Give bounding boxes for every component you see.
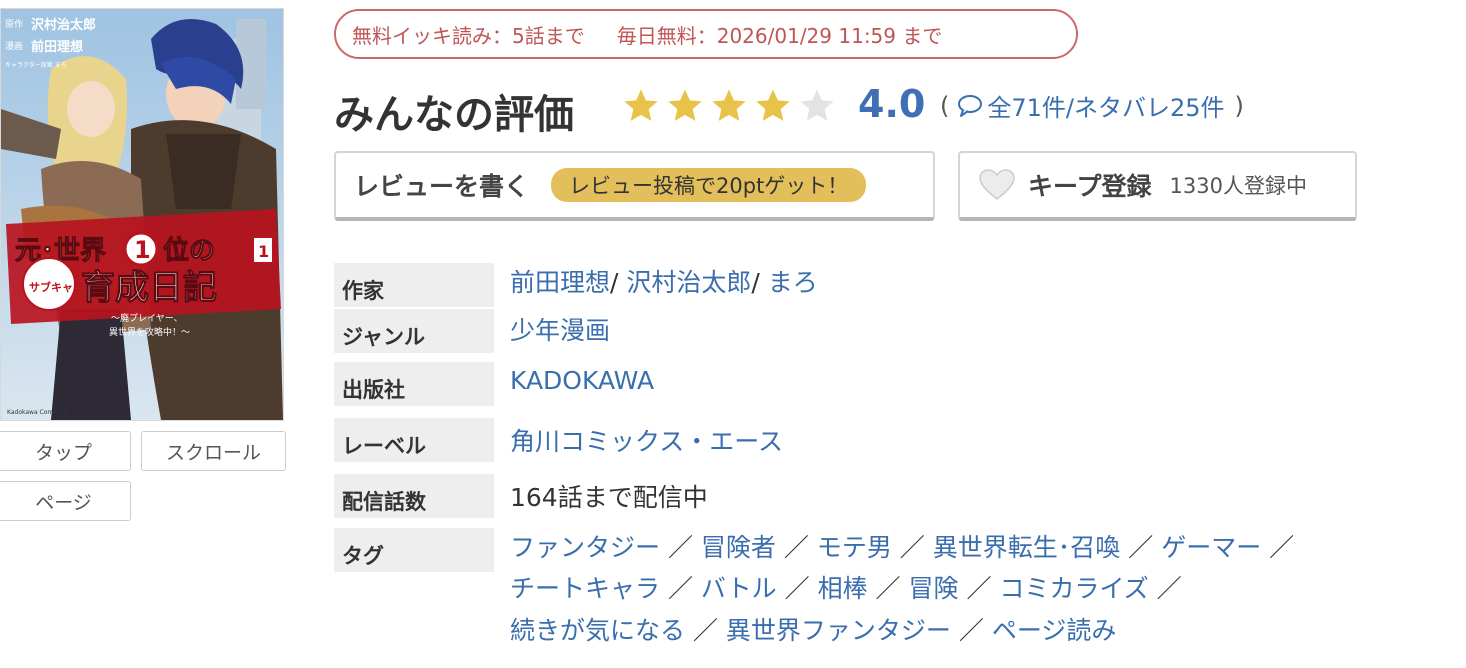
cover-artwork: 原作 沢村治太郎 漫画 前田理想 キャラクター原案 まろ 元･世界 1 位の サ… [1, 9, 283, 420]
keep-count: 1330人登録中 [1169, 174, 1307, 198]
daily-free-text: 毎日無料：2026/01/29 11:59 まで [616, 23, 943, 48]
tag-link[interactable]: ページ読み [992, 616, 1117, 645]
cover-credit2-name: 前田理想 [31, 39, 83, 55]
author-link[interactable]: 前田理想 [510, 268, 610, 297]
tag-link[interactable]: 異世界転生･召喚 [933, 533, 1121, 562]
keep-register-label: キープ登録 [1028, 172, 1152, 201]
cover-publisher-mark: Kadokawa Comics A [7, 409, 68, 416]
heart-icon [979, 169, 1015, 200]
rating-score: 4.0 [858, 82, 926, 126]
tag-line: チートキャラ ／ バトル ／ 相棒 ／ 冒険 ／ コミカライズ ／ [510, 574, 1182, 603]
tag-link[interactable]: 冒険者 [701, 533, 776, 562]
tag-link[interactable]: ゲーマー [1161, 533, 1261, 562]
write-review-button[interactable]: レビューを書く レビュー投稿で20ptゲット！ [334, 151, 935, 221]
cover-sub-vertical: サブキャラ [29, 280, 84, 294]
cover-credit2-label: 漫画 [5, 40, 23, 52]
imprint-label: レーベル [334, 418, 494, 462]
publisher-link[interactable]: KADOKAWA [510, 366, 654, 395]
review-count-text: 全71件/ネタバレ25件 [987, 94, 1225, 122]
cover-credit3: キャラクター原案 まろ [5, 61, 67, 69]
cover-spine-volume: 1 [258, 242, 269, 261]
cover-credit1-label: 原作 [5, 18, 23, 30]
tag-line: ファンタジー ／ 冒険者 ／ モテ男 ／ 異世界転生･召喚 ／ ゲーマー ／ [510, 533, 1295, 562]
tags-label: タグ [334, 528, 494, 572]
star-empty-icon [800, 89, 834, 121]
imprint-link[interactable]: 角川コミックス・エース [510, 422, 783, 458]
tag-link[interactable]: 異世界ファンタジー [726, 616, 951, 645]
tag-link[interactable]: ファンタジー [510, 533, 660, 562]
free-binge-text: 無料イッキ読み：5話まで [352, 23, 585, 48]
review-count-link[interactable]: ( 全71件/ネタバレ25件 ) [940, 88, 1244, 123]
author-link[interactable]: 沢村治太郎 [626, 268, 751, 297]
cover-title-line1b: 位の [163, 235, 215, 266]
cover-credit1-name: 沢村治太郎 [31, 17, 96, 33]
cover-tagline1: 〜廃プレイヤー、 [111, 312, 183, 324]
cover-title-line2: 育成日記 [81, 268, 217, 308]
star-icon [668, 89, 702, 121]
tag-line: 続きが気になる ／ 異世界ファンタジー ／ ページ読み [510, 616, 1117, 645]
comic-cover[interactable]: 原作 沢村治太郎 漫画 前田理想 キャラクター原案 まろ 元･世界 1 位の サ… [0, 8, 284, 421]
write-review-label: レビューを書く [354, 172, 530, 201]
tag-link[interactable]: チートキャラ [510, 574, 660, 603]
scroll-mode-button[interactable]: スクロール [141, 431, 286, 471]
tag-link[interactable]: 冒険 [909, 574, 959, 603]
speech-bubble-icon [958, 94, 983, 117]
cover-tagline2: 異世界を攻略中！〜 [109, 326, 190, 338]
genre-label: ジャンル [334, 309, 494, 353]
page-mode-button[interactable]: ページ [0, 481, 131, 521]
cover-volume-badge: 1 [134, 236, 151, 264]
rating-stars [620, 86, 840, 126]
rating-title: みんなの評価 [334, 92, 574, 138]
tag-link[interactable]: コミカライズ [999, 574, 1148, 603]
star-icon [712, 89, 746, 121]
author-link[interactable]: まろ [768, 268, 818, 297]
genre-link[interactable]: 少年漫画 [510, 311, 610, 347]
publisher-label: 出版社 [334, 362, 494, 406]
tap-mode-button[interactable]: タップ [0, 431, 131, 471]
episodes-label: 配信話数 [334, 474, 494, 518]
open-paren: ( [940, 91, 950, 120]
keep-register-button[interactable]: キープ登録 1330人登録中 [958, 151, 1357, 221]
close-paren: ) [1234, 91, 1244, 120]
author-list: 前田理想/ 沢村治太郎/ まろ [510, 268, 818, 297]
author-label: 作家 [334, 263, 494, 307]
star-icon [756, 89, 790, 121]
tag-link[interactable]: モテ男 [817, 533, 892, 562]
episodes-value: 164話まで配信中 [510, 483, 708, 512]
tag-link[interactable]: バトル [701, 574, 777, 603]
review-promo-badge: レビュー投稿で20ptゲット！ [551, 168, 867, 202]
tag-link[interactable]: 相棒 [818, 574, 868, 603]
star-icon [624, 89, 658, 121]
free-campaign-badge: 無料イッキ読み：5話まで 毎日無料：2026/01/29 11:59 まで [334, 9, 1078, 59]
tag-link[interactable]: 続きが気になる [510, 616, 685, 645]
